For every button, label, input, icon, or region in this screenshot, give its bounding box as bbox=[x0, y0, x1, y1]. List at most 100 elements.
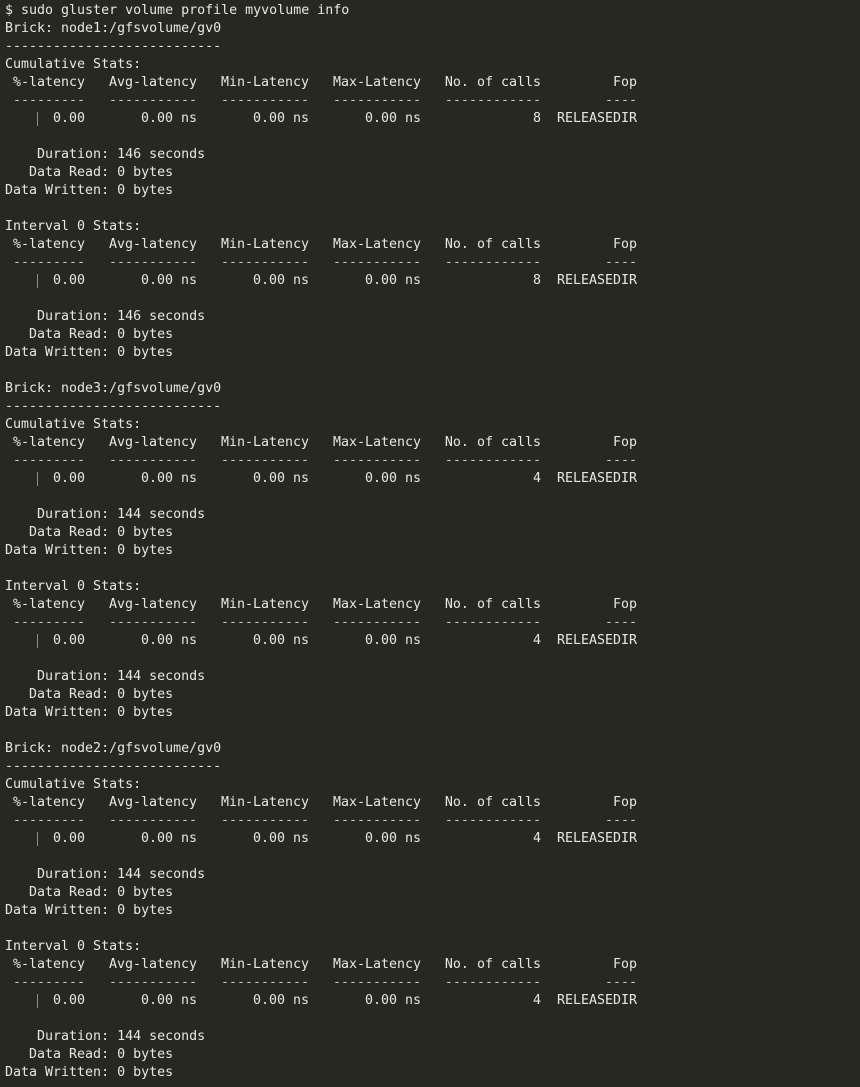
underline-pct: --------- bbox=[12, 975, 85, 990]
header-max: Max-Latency bbox=[332, 957, 421, 972]
header-fop: Fop bbox=[612, 795, 637, 810]
header-avg: Avg-latency bbox=[108, 435, 197, 450]
cell-fop: RELEASEDIR bbox=[557, 633, 638, 648]
data-read-line: Data Read: 0 bytes bbox=[5, 327, 174, 342]
cell-fop: RELEASEDIR bbox=[557, 993, 638, 1008]
header-min: Min-Latency bbox=[220, 795, 309, 810]
underline-avg: ----------- bbox=[108, 93, 197, 108]
header-fop: Fop bbox=[612, 597, 637, 612]
data-read-line: Data Read: 0 bytes bbox=[5, 165, 174, 180]
cell-max: 0.00 ns bbox=[364, 993, 421, 1008]
stats-title: Interval 0 Stats: bbox=[5, 579, 142, 594]
underline-min: ----------- bbox=[220, 813, 309, 828]
cell-max: 0.00 ns bbox=[364, 273, 421, 288]
duration-line: Duration: 146 seconds bbox=[5, 309, 206, 324]
data-written-line: Data Written: 0 bytes bbox=[5, 345, 174, 360]
header-avg: Avg-latency bbox=[108, 957, 197, 972]
header-calls: No. of calls bbox=[444, 237, 541, 252]
underline-pct: --------- bbox=[12, 93, 85, 108]
table-row: 0.00 0.00 ns 0.00 ns 0.00 ns 4 RELEASEDIR bbox=[5, 830, 855, 848]
cell-min: 0.00 ns bbox=[252, 993, 309, 1008]
cell-fop: RELEASEDIR bbox=[557, 111, 638, 126]
data-written-line: Data Written: 0 bytes bbox=[5, 1065, 174, 1080]
stats-title: Cumulative Stats: bbox=[5, 777, 142, 792]
underline-pct: --------- bbox=[12, 813, 85, 828]
cell-avg: 0.00 ns bbox=[140, 273, 197, 288]
cell-pct: 0.00 bbox=[52, 273, 85, 288]
cell-pct: 0.00 bbox=[52, 831, 85, 846]
stats-title: Cumulative Stats: bbox=[5, 417, 142, 432]
cell-max: 0.00 ns bbox=[364, 633, 421, 648]
table-header-underline: --------- ----------- ----------- ---------… bbox=[5, 812, 855, 830]
cell-fop: RELEASEDIR bbox=[557, 273, 638, 288]
cell-pct: 0.00 bbox=[52, 471, 85, 486]
header-pct: %-latency bbox=[12, 75, 85, 90]
underline-max: ----------- bbox=[332, 813, 421, 828]
header-pct: %-latency bbox=[12, 795, 85, 810]
data-written-line: Data Written: 0 bytes bbox=[5, 705, 174, 720]
header-min: Min-Latency bbox=[220, 237, 309, 252]
indent-guide bbox=[37, 274, 38, 288]
underline-avg: ----------- bbox=[108, 813, 197, 828]
table-header: %-latency Avg-latency Min-Latency Max-Laten… bbox=[5, 794, 855, 812]
table-header: %-latency Avg-latency Min-Latency Max-Laten… bbox=[5, 596, 855, 614]
data-written-line: Data Written: 0 bytes bbox=[5, 903, 174, 918]
underline-calls: ------------ bbox=[444, 615, 541, 630]
indent-guide bbox=[37, 994, 38, 1008]
underline-calls: ------------ bbox=[444, 975, 541, 990]
cell-min: 0.00 ns bbox=[252, 111, 309, 126]
header-avg: Avg-latency bbox=[108, 75, 197, 90]
brick-title: Brick: node3:/gfsvolume/gv0 bbox=[5, 381, 222, 396]
underline-pct: --------- bbox=[12, 255, 85, 270]
cell-pct: 0.00 bbox=[52, 633, 85, 648]
header-max: Max-Latency bbox=[332, 75, 421, 90]
header-avg: Avg-latency bbox=[108, 795, 197, 810]
command-line: $ sudo gluster volume profile myvolume i… bbox=[5, 3, 350, 18]
underline-fop: ---- bbox=[604, 813, 637, 828]
header-max: Max-Latency bbox=[332, 597, 421, 612]
underline-fop: ---- bbox=[604, 255, 637, 270]
header-fop: Fop bbox=[612, 75, 637, 90]
indent-guide bbox=[37, 112, 38, 126]
cell-calls: 4 bbox=[532, 993, 541, 1008]
cell-avg: 0.00 ns bbox=[140, 993, 197, 1008]
data-written-line: Data Written: 0 bytes bbox=[5, 543, 174, 558]
underline-min: ----------- bbox=[220, 255, 309, 270]
cell-min: 0.00 ns bbox=[252, 633, 309, 648]
data-read-line: Data Read: 0 bytes bbox=[5, 525, 174, 540]
terminal-output[interactable]: $ sudo gluster volume profile myvolume i… bbox=[5, 2, 855, 1082]
table-row: 0.00 0.00 ns 0.00 ns 0.00 ns 8 RELEASEDIR bbox=[5, 272, 855, 290]
underline-avg: ----------- bbox=[108, 975, 197, 990]
data-read-line: Data Read: 0 bytes bbox=[5, 1047, 174, 1062]
underline-calls: ------------ bbox=[444, 813, 541, 828]
cell-pct: 0.00 bbox=[52, 993, 85, 1008]
brick-separator: --------------------------- bbox=[5, 759, 222, 774]
table-header-underline: --------- ----------- ----------- ---------… bbox=[5, 452, 855, 470]
cell-min: 0.00 ns bbox=[252, 471, 309, 486]
header-calls: No. of calls bbox=[444, 75, 541, 90]
header-avg: Avg-latency bbox=[108, 237, 197, 252]
underline-min: ----------- bbox=[220, 615, 309, 630]
stats-title: Interval 0 Stats: bbox=[5, 939, 142, 954]
underline-max: ----------- bbox=[332, 975, 421, 990]
duration-line: Duration: 146 seconds bbox=[5, 147, 206, 162]
underline-max: ----------- bbox=[332, 615, 421, 630]
stats-title: Interval 0 Stats: bbox=[5, 219, 142, 234]
table-header-underline: --------- ----------- ----------- ---------… bbox=[5, 974, 855, 992]
cell-calls: 4 bbox=[532, 471, 541, 486]
underline-min: ----------- bbox=[220, 975, 309, 990]
cell-calls: 8 bbox=[532, 273, 541, 288]
cell-calls: 4 bbox=[532, 633, 541, 648]
underline-calls: ------------ bbox=[444, 453, 541, 468]
cell-avg: 0.00 ns bbox=[140, 633, 197, 648]
brick-separator: --------------------------- bbox=[5, 39, 222, 54]
data-written-line: Data Written: 0 bytes bbox=[5, 183, 174, 198]
header-min: Min-Latency bbox=[220, 75, 309, 90]
